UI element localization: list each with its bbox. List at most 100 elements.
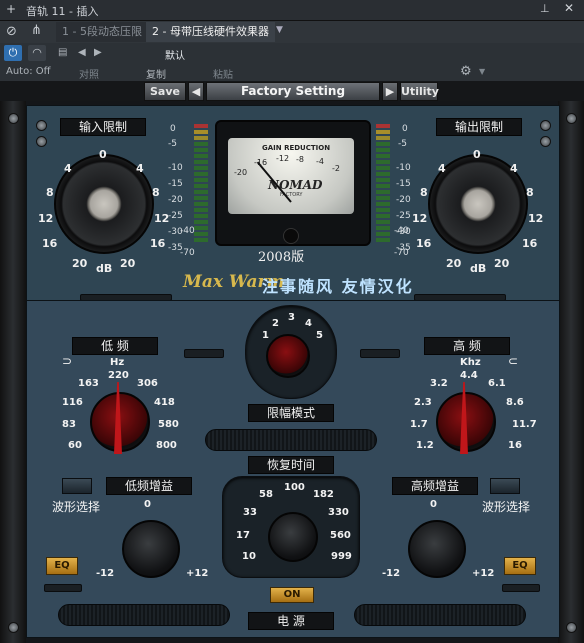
tab-slot-2[interactable]: 2 - 母带压线硬件效果器 [146,22,275,42]
freq-label: 4.4 [460,370,478,381]
vent-grille [58,604,230,626]
vu-scale-label: -5 [398,139,407,149]
recovery-label: 330 [328,507,349,518]
tick-label: 4 [438,162,446,175]
tick-label: 8 [46,186,54,199]
tab-slot-1[interactable]: 1 - 5段动态压限 [56,22,148,42]
high-gain-knob[interactable] [408,520,466,578]
tab-dropdown-icon[interactable]: ▼ [276,25,283,35]
high-wave-select-label: 波形选择 [482,500,531,514]
close-icon[interactable]: ✕ [564,1,574,15]
tick-label: 12 [38,212,54,225]
freq-label: 163 [78,378,99,389]
meter-scale-label: -20 [234,168,248,177]
meter-adjust-screw[interactable] [283,228,299,244]
gain-label: +12 [186,568,209,579]
save-button[interactable]: Save [144,82,186,101]
low-gain-knob[interactable] [122,520,180,578]
tick-label: 20 [72,257,88,270]
vu-scale-label: 0 [402,124,408,134]
recovery-label: 58 [259,489,273,500]
db-label: dB [470,262,487,275]
preset-next-button[interactable]: ▶ [382,82,398,101]
host-tab-row: ⊘ ⋔ 1 - 5段动态压限 2 - 母带压线硬件效果器 ▼ [0,21,584,44]
output-knob-dial[interactable]: 0 4 8 12 16 20 dB 20 16 12 8 4 [408,142,548,276]
vu-scale-label: -20 [396,195,411,205]
vent-grille [354,604,526,626]
host-preset-row: ⏻ ◠ ▤ ◀ ▶ 默认 Auto: Off 对照 复制 粘贴 ⚙ ▼ [0,43,584,82]
recovery-knob[interactable] [268,512,318,562]
mode-label: 2 [272,318,279,329]
low-wave-select-button[interactable] [62,478,92,494]
tick-label: 20 [120,257,136,270]
high-band-label: 高 频 [424,337,510,355]
vu-scale-label: -25 [396,211,411,221]
gear-icon[interactable]: ⚙ [460,64,472,79]
meter-scale-label: -4 [316,157,324,166]
power-label: 电 源 [248,612,334,630]
input-knob-dial[interactable]: 0 4 8 12 16 20 dB 20 16 12 8 4 [34,142,174,276]
low-eq-button[interactable]: EQ [46,557,78,575]
power-toggle-icon[interactable]: ⏻ [4,45,22,61]
prev-preset-icon[interactable]: ◀ [78,47,86,58]
recovery-label: 33 [243,507,257,518]
paste-button[interactable]: 粘贴 [213,66,233,81]
settings-dropdown-icon[interactable]: ▼ [479,67,485,76]
high-wave-select-button[interactable] [490,478,520,494]
low-unit: Hz [110,357,125,368]
vu-scale-label: -25 [168,211,183,221]
routing-icon[interactable]: ⋔ [31,23,42,38]
preset-name[interactable]: 默认 [165,47,185,62]
tick-label: 8 [152,186,160,199]
gain-label: 0 [430,499,437,510]
compare-button[interactable]: 对照 [79,66,99,81]
mode-label: 1 [262,330,269,341]
vu-scale-label: -70 [394,248,409,258]
slot [44,584,82,592]
low-band-label: 低 频 [72,337,158,355]
slot [502,584,540,592]
tick-label: 16 [522,237,538,250]
host-title-bar: + 音轨 11 - 插入 ⊥ ✕ [0,0,584,21]
mode-label: 4 [305,318,312,329]
output-limit-label: 输出限制 [436,118,522,136]
vu-scale-label: -15 [396,179,411,189]
automation-icon[interactable]: ◠ [28,45,46,61]
freq-label: 580 [158,419,179,430]
meter-face: GAIN REDUCTION -20 -16 -12 -8 -4 -2 NOMA… [228,138,354,214]
mode-selector-knob[interactable] [266,334,310,378]
pin-icon[interactable]: ⊥ [540,2,550,15]
recovery-label: 560 [330,530,351,541]
meter-title: GAIN REDUCTION [262,144,331,152]
rack-screw [566,622,577,633]
limit-mode-label: 限幅模式 [248,404,334,422]
vu-scale-label: -40 [394,226,409,236]
plus-icon[interactable]: + [6,2,16,16]
low-shelf-icon: ⊃ [62,354,73,368]
high-gain-label: 高频增益 [392,477,478,495]
preset-prev-button[interactable]: ◀ [188,82,204,101]
tick-label: 16 [42,237,58,250]
utility-button[interactable]: Utility [400,82,439,101]
vu-scale-label: -5 [168,139,177,149]
recovery-label: 100 [284,482,305,493]
on-button[interactable]: ON [270,587,314,603]
copy-button[interactable]: 复制 [146,66,166,81]
freq-label: 60 [68,440,82,451]
mode-label: 5 [316,330,323,341]
freq-label: 16 [508,440,522,451]
next-preset-icon[interactable]: ▶ [94,47,102,58]
tick-label: 16 [416,237,432,250]
freq-label: 8.6 [506,397,524,408]
preset-display[interactable]: Factory Setting [206,82,380,101]
tick-label: 16 [150,237,166,250]
window-title: 音轨 11 - 插入 [26,5,99,18]
tick-label: 20 [446,257,462,270]
bypass-icon[interactable]: ⊘ [6,24,17,39]
high-eq-button[interactable]: EQ [504,557,536,575]
auto-state[interactable]: Auto: Off [6,66,51,77]
vu-scale-label: -20 [168,195,183,205]
preset-menu-icon[interactable]: ▤ [58,47,67,58]
freq-label: 11.7 [512,419,537,430]
right-rack-ear [558,101,584,643]
